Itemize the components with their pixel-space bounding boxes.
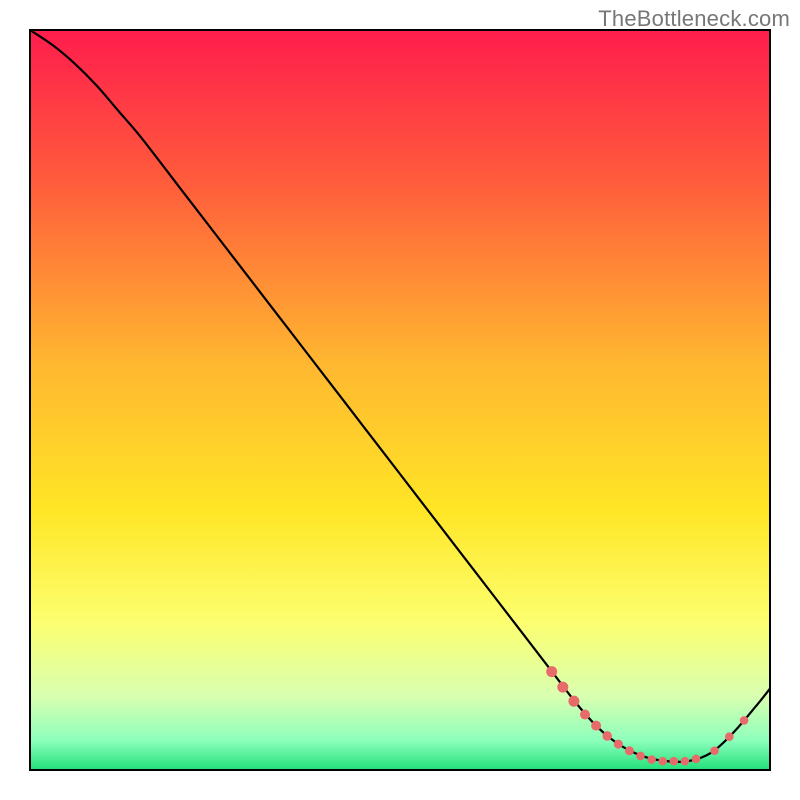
- marker-dot: [580, 710, 590, 720]
- marker-dot: [546, 666, 557, 677]
- marker-dot: [725, 732, 734, 741]
- marker-dot: [591, 721, 601, 731]
- watermark-text: TheBottleneck.com: [598, 6, 790, 32]
- bottleneck-chart: [0, 0, 800, 800]
- marker-dot: [670, 757, 679, 766]
- marker-dot: [602, 731, 612, 741]
- marker-dot: [647, 755, 656, 764]
- marker-dot: [658, 757, 667, 766]
- marker-dot: [740, 716, 749, 725]
- marker-dot: [625, 746, 634, 755]
- marker-dot: [636, 752, 645, 761]
- marker-dot: [710, 746, 719, 755]
- marker-dot: [614, 740, 623, 749]
- marker-dot: [568, 696, 579, 707]
- marker-dot: [681, 757, 690, 766]
- marker-dot: [692, 755, 701, 764]
- marker-dot: [557, 682, 568, 693]
- plot-background: [30, 30, 770, 770]
